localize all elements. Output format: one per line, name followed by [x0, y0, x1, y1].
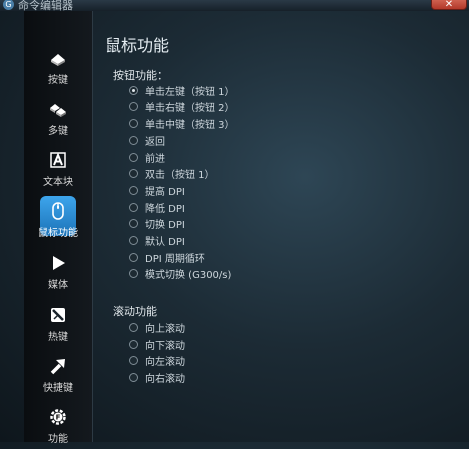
option-label: 单击中键（按钮 3）: [145, 120, 235, 131]
option-label: 前进: [145, 154, 165, 165]
scroll-function-section-title: 滚动功能: [113, 305, 157, 318]
radio-button[interactable]: [129, 253, 138, 262]
radio-button[interactable]: [129, 236, 138, 245]
sidebar: 按键 多键 文本块 鼠标功能 媒体 热键 快捷键 F 功能: [24, 11, 93, 445]
radio-button[interactable]: [129, 269, 138, 278]
option-label: 模式切换 (G300/s): [145, 270, 232, 281]
sidebar-item-media[interactable]: 媒体: [24, 245, 92, 295]
option-label: 默认 DPI: [145, 237, 185, 248]
page-title: 鼠标功能: [105, 36, 170, 55]
radio-button[interactable]: [129, 323, 138, 332]
sidebar-item-key[interactable]: 按键: [24, 40, 92, 90]
option-label: 向上滚动: [145, 324, 185, 335]
play-icon: [53, 256, 65, 270]
sidebar-item-mouse-function[interactable]: 鼠标功能: [24, 193, 92, 243]
sidebar-item-label: 鼠标功能: [38, 228, 78, 239]
radio-button[interactable]: [129, 119, 138, 128]
button-function-section-title: 按钮功能：: [113, 69, 168, 82]
option-label: 向右滚动: [145, 374, 185, 385]
option-label: 降低 DPI: [145, 204, 185, 215]
sidebar-item-label: 多键: [48, 126, 68, 137]
option-label: 返回: [145, 137, 165, 148]
radio-button[interactable]: [129, 169, 138, 178]
option-label: 单击右键（按钮 2）: [145, 103, 235, 114]
option-label: 双击（按钮 1）: [145, 170, 215, 181]
radio-button[interactable]: [129, 136, 138, 145]
key-icon: [51, 54, 65, 66]
sidebar-item-label: 快捷键: [43, 383, 73, 394]
sidebar-item-hotkey[interactable]: 热键: [24, 297, 92, 347]
hotkey-icon: [51, 308, 65, 322]
main-panel: 鼠标功能 按钮功能： 单击左键（按钮 1） 单击右键（按钮 2） 单击中键（按钮…: [92, 11, 469, 442]
close-button[interactable]: ✕: [431, 0, 467, 10]
sidebar-item-label: 媒体: [48, 280, 68, 291]
option-label: 向下滚动: [145, 341, 185, 352]
title-bar: G 命令编辑器 ✕: [0, 0, 469, 12]
mouse-icon: [52, 202, 64, 220]
radio-button[interactable]: [129, 373, 138, 382]
option-label: 单击左键（按钮 1）: [145, 87, 235, 98]
radio-button[interactable]: [129, 356, 138, 365]
radio-button[interactable]: [129, 102, 138, 111]
sidebar-item-label: 按键: [48, 75, 68, 86]
option-label: 向左滚动: [145, 357, 185, 368]
text-block-icon: [50, 152, 66, 168]
option-label: 切换 DPI: [145, 220, 185, 231]
sidebar-item-multikey[interactable]: 多键: [24, 91, 92, 141]
radio-button[interactable]: [129, 186, 138, 195]
sidebar-item-label: 热键: [48, 332, 68, 343]
option-label: DPI 周期循环: [145, 254, 205, 265]
sidebar-item-label: 文本块: [43, 177, 73, 188]
option-label: 提高 DPI: [145, 187, 185, 198]
radio-button[interactable]: [129, 219, 138, 228]
sidebar-item-label: 功能: [48, 434, 68, 445]
radio-button[interactable]: [129, 340, 138, 349]
radio-button[interactable]: [129, 203, 138, 212]
function-gear-icon: F: [50, 409, 66, 425]
radio-button[interactable]: [129, 153, 138, 162]
shortcut-arrow-icon: [50, 359, 65, 375]
sidebar-item-text-block[interactable]: 文本块: [24, 142, 92, 192]
multi-key-icon: [50, 104, 66, 117]
app-icon: G: [3, 0, 14, 10]
sidebar-item-shortcut[interactable]: 快捷键: [24, 348, 92, 398]
svg-text:F: F: [56, 414, 61, 422]
radio-button[interactable]: [129, 86, 138, 95]
